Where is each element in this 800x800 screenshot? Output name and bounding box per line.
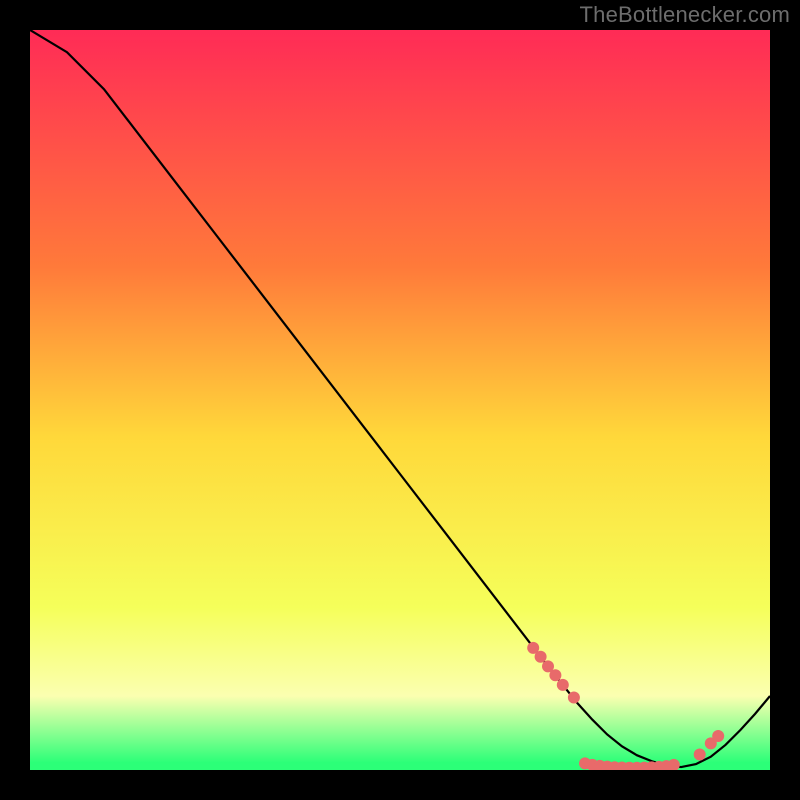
data-marker <box>549 669 561 681</box>
chart-frame: TheBottlenecker.com <box>0 0 800 800</box>
data-marker <box>568 691 580 703</box>
plot-area <box>30 30 770 770</box>
data-marker <box>694 748 706 760</box>
data-marker <box>712 730 724 742</box>
watermark-text: TheBottlenecker.com <box>580 2 790 28</box>
data-marker <box>557 679 569 691</box>
chart-svg <box>30 30 770 770</box>
data-marker <box>535 651 547 663</box>
gradient-background <box>30 30 770 770</box>
